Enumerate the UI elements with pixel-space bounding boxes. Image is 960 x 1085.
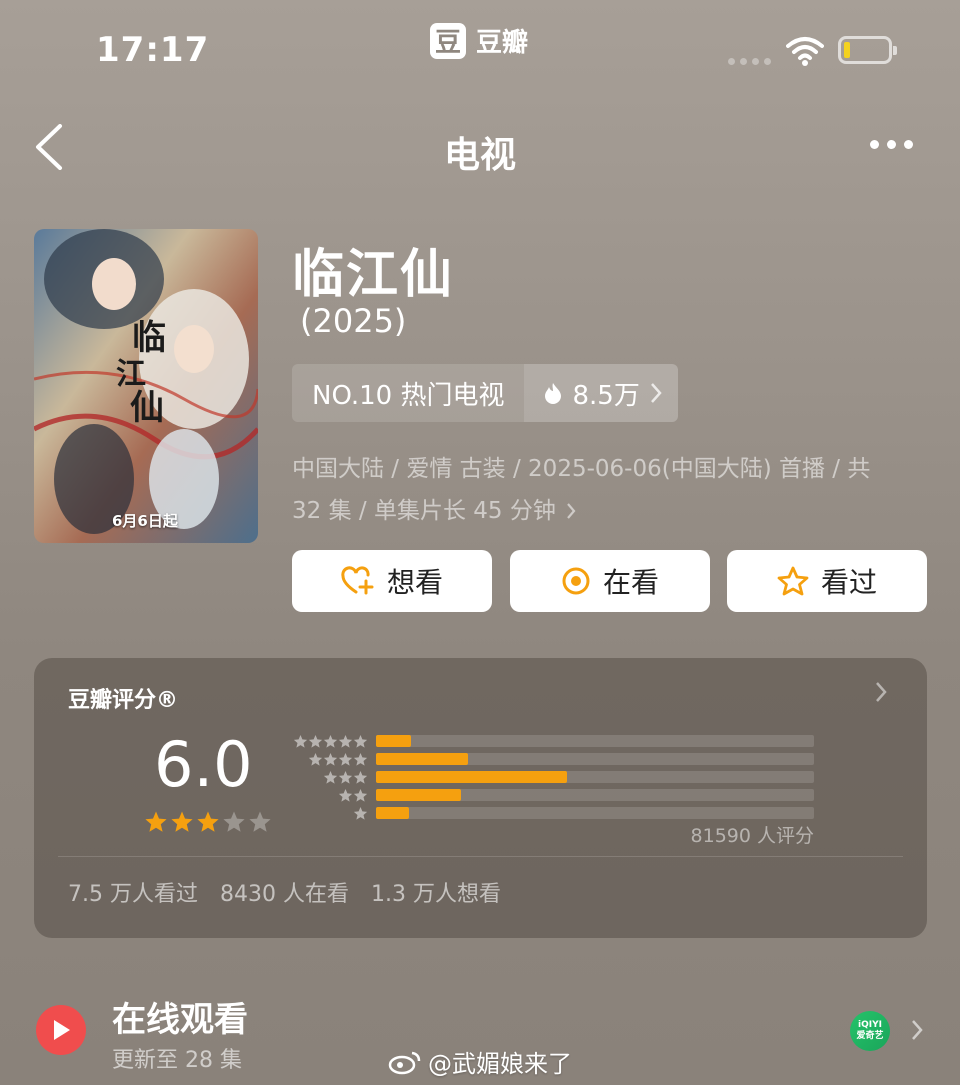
star-empty-icon — [249, 811, 271, 832]
watermark: @武媚娘来了 — [388, 1044, 572, 1079]
rank-badge[interactable]: NO.10 热门电视 8.5万 — [292, 364, 678, 422]
rating-stats: 7.5 万人看过 8430 人在看 1.3 万人想看 — [68, 876, 501, 908]
want-to-watch-button[interactable]: 想看 — [292, 550, 492, 612]
rating-count: 81590 人评分 — [690, 825, 814, 847]
chevron-right-icon — [567, 503, 576, 519]
want-to-watch-label: 想看 — [386, 566, 443, 599]
iqiyi-logo-icon[interactable]: iQIYI 爱奇艺 — [850, 1011, 890, 1051]
bar-fill — [376, 789, 462, 801]
svg-text:临: 临 — [132, 318, 166, 358]
bar-track — [376, 789, 814, 801]
more-dots-icon[interactable] — [870, 140, 913, 149]
stat-watching: 8430 人在看 — [219, 882, 349, 907]
bar-fill — [376, 771, 567, 783]
bar-stars-icon — [286, 788, 368, 803]
chevron-right-icon[interactable] — [874, 680, 888, 704]
rank-label: NO.10 热门电视 — [292, 364, 525, 422]
wifi-icon — [786, 37, 824, 66]
star-filled-icon — [145, 811, 167, 832]
weibo-icon — [388, 1051, 421, 1074]
bar-track — [376, 735, 814, 747]
watched-button[interactable]: 看过 — [727, 550, 927, 612]
rating-bar-row — [286, 786, 814, 804]
stat-watched: 7.5 万人看过 — [68, 882, 198, 907]
rating-bar-row — [286, 750, 814, 768]
bar-stars-icon — [286, 770, 368, 785]
online-watch-subtitle: 更新至 28 集 — [112, 1048, 242, 1073]
online-watch-title[interactable]: 在线观看 — [112, 992, 248, 1041]
battery-icon — [838, 36, 897, 64]
watching-circle-icon — [562, 567, 590, 595]
heart-plus-icon — [341, 566, 374, 595]
poster-release-label: 6月6日起 — [112, 512, 178, 530]
douban-logo-icon: 豆 — [430, 22, 466, 59]
app-brand: 豆 豆瓣 — [430, 22, 528, 59]
rating-bar-row — [286, 804, 814, 822]
chevron-right-icon — [650, 383, 662, 403]
star-outline-icon — [777, 566, 809, 596]
bar-stars-icon — [286, 752, 368, 767]
show-title: 临江仙 — [292, 245, 455, 305]
bar-stars-icon — [286, 806, 368, 821]
star-filled-icon — [197, 811, 219, 832]
show-year: (2025) — [300, 302, 407, 340]
bar-track — [376, 771, 814, 783]
heat-badge[interactable]: 8.5万 — [524, 364, 678, 422]
watched-label: 看过 — [820, 566, 877, 599]
watching-label: 在看 — [602, 566, 659, 599]
rating-bar-row — [286, 768, 814, 786]
brand-name: 豆瓣 — [476, 28, 529, 58]
iqiyi-logo-text-cn: 爱奇艺 — [856, 1031, 884, 1041]
watermark-text: @武媚娘来了 — [428, 1050, 572, 1078]
rating-header: 豆瓣评分® — [68, 688, 179, 713]
iqiyi-logo-text: iQIYI — [858, 1020, 882, 1030]
bar-stars-icon — [286, 734, 368, 749]
meta-line-2: 32 集 / 单集片长 45 分钟 — [292, 498, 556, 524]
svg-text:仙: 仙 — [130, 388, 164, 428]
bar-fill — [376, 807, 409, 819]
play-icon[interactable] — [36, 1005, 86, 1055]
star-filled-icon — [171, 811, 193, 832]
bar-fill — [376, 753, 468, 765]
poster-image[interactable]: 临 江 仙 6月6日起 — [34, 229, 258, 543]
bar-track — [376, 753, 814, 765]
divider — [58, 856, 903, 857]
flame-icon — [545, 383, 562, 404]
show-meta[interactable]: 中国大陆 / 爱情 古装 / 2025-06-06(中国大陆) 首播 / 共 3… — [292, 448, 932, 532]
page-title: 电视 — [443, 135, 516, 176]
star-empty-icon — [223, 811, 245, 832]
svg-text:江: 江 — [116, 357, 146, 392]
rating-bar-row — [286, 732, 814, 750]
status-time: 17:17 — [96, 30, 210, 70]
bar-track — [376, 807, 814, 819]
watching-button[interactable]: 在看 — [510, 550, 710, 612]
rating-card[interactable]: 豆瓣评分® 6.0 81590 人评分 7.5 万人看过 8430 人在看 1.… — [34, 658, 927, 938]
chevron-right-icon[interactable] — [910, 1018, 924, 1042]
rating-score: 6.0 — [154, 728, 253, 801]
signal-dots-icon — [728, 58, 771, 65]
meta-line-1: 中国大陆 / 爱情 古装 / 2025-06-06(中国大陆) 首播 / 共 — [292, 456, 871, 482]
rating-distribution — [286, 732, 814, 822]
score-stars — [144, 810, 272, 834]
heat-value: 8.5万 — [572, 380, 640, 411]
stat-want: 1.3 万人想看 — [370, 882, 501, 907]
bar-fill — [376, 735, 412, 747]
